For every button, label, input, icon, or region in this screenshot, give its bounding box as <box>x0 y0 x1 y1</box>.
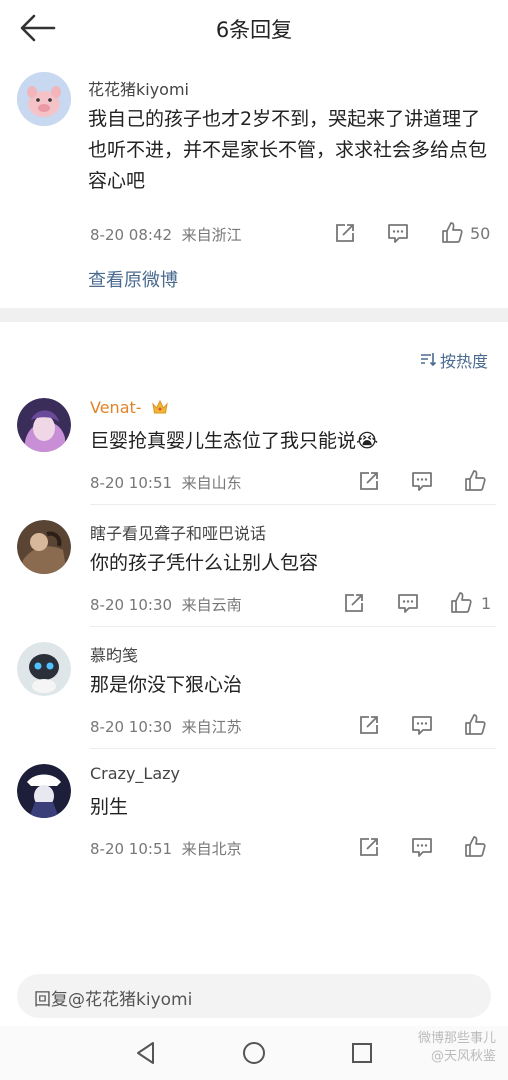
reply-meta: 8-20 10:51 来自北京 <box>90 838 242 859</box>
timestamp: 8-20 10:51 <box>90 474 173 492</box>
timestamp: 8-20 08:42 <box>90 226 173 244</box>
crown-icon <box>151 399 169 419</box>
like-count: 50 <box>470 224 491 243</box>
nav-back-icon[interactable] <box>133 1040 159 1066</box>
divider <box>90 504 496 505</box>
location: 来自浙江 <box>181 226 242 244</box>
like-icon[interactable] <box>462 468 488 494</box>
location: 来自云南 <box>181 596 242 614</box>
reply-body: 别生 <box>90 796 129 818</box>
sort-button[interactable]: 按热度 <box>420 348 488 372</box>
comment-icon[interactable] <box>409 468 435 494</box>
comment-icon[interactable] <box>409 712 435 738</box>
timestamp: 8-20 10:51 <box>90 840 173 858</box>
like-count: 1 <box>481 594 492 613</box>
root-comment: 花花猪kiyomi 我自己的孩子也才2岁不到，哭起来了讲道理了也听不进，并不是家… <box>0 62 508 308</box>
reply-item: 瞎子看见聋子和哑巴说话 你的孩子凭什么让别人包容 8-20 10:30 来自云南… <box>0 520 508 642</box>
reply-input[interactable]: 回复@花花猪kiyomi <box>17 974 491 1018</box>
location: 来自北京 <box>181 840 242 858</box>
username[interactable]: Venat- <box>90 398 142 417</box>
reply-meta: 8-20 10:30 来自云南 <box>90 594 242 615</box>
reply-body: 巨婴抢真婴儿生态位了我只能说😭 <box>90 430 379 452</box>
comment-meta: 8-20 08:42 来自浙江 <box>90 224 242 245</box>
location: 来自江苏 <box>181 718 242 736</box>
reply-body: 你的孩子凭什么让别人包容 <box>90 552 319 574</box>
page-title: 6条回复 <box>215 18 293 42</box>
header-bar: 6条回复 <box>0 0 508 56</box>
reply-meta: 8-20 10:51 来自山东 <box>90 472 242 493</box>
username[interactable]: 慕昀笺 <box>90 642 138 666</box>
like-icon[interactable] <box>448 590 474 616</box>
reply-input-placeholder: 回复@花花猪kiyomi <box>34 990 193 1010</box>
divider <box>90 626 496 627</box>
reply-item: Crazy_Lazy 别生 8-20 10:51 来自北京 <box>0 764 508 886</box>
reply-username-row: Venat- <box>90 398 169 419</box>
share-icon[interactable] <box>356 834 382 860</box>
nav-home-icon[interactable] <box>241 1040 267 1066</box>
location: 来自山东 <box>181 474 242 492</box>
avatar[interactable] <box>17 764 71 818</box>
section-divider <box>0 308 508 322</box>
watermark-line2: @天风秋鉴 <box>430 1049 496 1064</box>
comment-body: 我自己的孩子也才2岁不到，哭起来了讲道理了也听不进，并不是家长不管，求求社会多给… <box>88 108 488 192</box>
share-icon[interactable] <box>341 590 367 616</box>
like-icon[interactable] <box>462 834 488 860</box>
sort-label: 按热度 <box>439 352 488 371</box>
reply-item: Venat- 巨婴抢真婴儿生态位了我只能说😭 8-20 10:51 来自山东 <box>0 398 508 520</box>
divider <box>90 748 496 749</box>
reply-body: 那是你没下狠心治 <box>90 674 243 696</box>
nav-recents-icon[interactable] <box>349 1040 375 1066</box>
comment-icon[interactable] <box>395 590 421 616</box>
reply-meta: 8-20 10:30 来自江苏 <box>90 716 242 737</box>
timestamp: 8-20 10:30 <box>90 718 173 736</box>
avatar[interactable] <box>17 398 71 452</box>
comment-icon[interactable] <box>409 834 435 860</box>
sort-icon <box>420 351 437 370</box>
avatar[interactable] <box>17 642 71 696</box>
reply-item: 慕昀笺 那是你没下狠心治 8-20 10:30 来自江苏 <box>0 642 508 764</box>
share-icon[interactable] <box>356 468 382 494</box>
watermark-line1: 微博那些事儿 <box>417 1031 496 1046</box>
username[interactable]: Crazy_Lazy <box>90 764 180 783</box>
like-icon[interactable] <box>462 712 488 738</box>
share-icon[interactable] <box>356 712 382 738</box>
username[interactable]: 瞎子看见聋子和哑巴说话 <box>90 520 266 544</box>
avatar[interactable] <box>17 72 71 126</box>
share-icon[interactable] <box>332 220 358 246</box>
timestamp: 8-20 10:30 <box>90 596 173 614</box>
comment-icon[interactable] <box>385 220 411 246</box>
avatar[interactable] <box>17 520 71 574</box>
like-icon[interactable] <box>439 220 465 246</box>
view-original-link[interactable]: 查看原微博 <box>88 266 178 292</box>
watermark: 微博那些事儿 @天风秋鉴 <box>418 1030 496 1066</box>
username[interactable]: 花花猪kiyomi <box>88 76 189 100</box>
